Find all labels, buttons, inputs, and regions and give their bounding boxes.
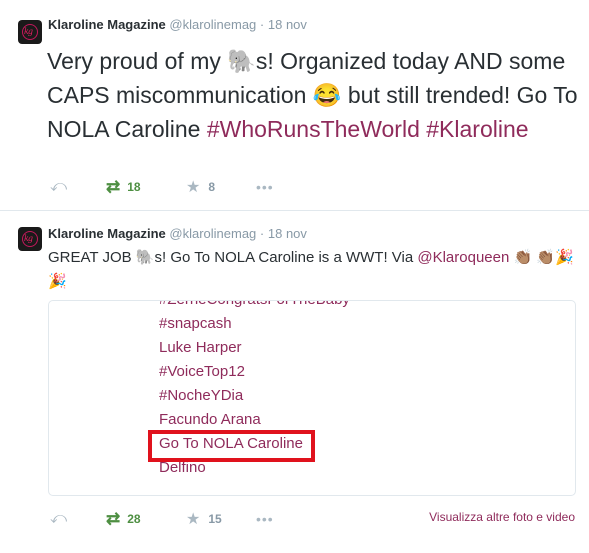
view-more-media-link[interactable]: Visualizza altre foto e video — [429, 510, 575, 524]
tweet-text: GREAT JOB 🐘s! Go To NOLA Caroline is a W… — [48, 246, 578, 294]
more-icon: ••• — [256, 179, 274, 195]
reply-icon: ⤺ — [50, 178, 68, 195]
avatar-letters: kg — [24, 27, 33, 36]
elephant-icon: 🐘 — [135, 249, 155, 266]
tweet-header: Klaroline Magazine @klarolinemag · 18 no… — [48, 17, 307, 32]
tweet-header: Klaroline Magazine @klarolinemag · 18 no… — [48, 226, 307, 241]
retweet-button[interactable]: ⇄ 18 — [106, 177, 141, 197]
avatar[interactable]: kg — [18, 20, 42, 44]
tweet-text: Very proud of my 🐘s! Organized today AND… — [47, 44, 582, 146]
star-icon: ★ — [186, 511, 201, 528]
tweet-timestamp[interactable]: 18 nov — [268, 17, 307, 32]
tweet-1: kg Klaroline Magazine @klarolinemag · 18… — [0, 0, 589, 207]
more-button[interactable]: ••• — [256, 509, 274, 529]
trend-item: Facundo Arana — [159, 411, 261, 428]
retweet-icon: ⇄ — [106, 177, 121, 196]
user-handle[interactable]: @klarolinemag — [169, 17, 256, 32]
user-name[interactable]: Klaroline Magazine — [48, 17, 166, 32]
retweet-count: 18 — [127, 180, 141, 194]
reply-button[interactable]: ⤺ — [50, 177, 67, 197]
user-handle[interactable]: @klarolinemag — [169, 226, 256, 241]
media-preview[interactable]: #ZerneCongratsForTheBaby #snapcash Luke … — [48, 300, 576, 496]
tweet-2: kg Klaroline Magazine @klarolinemag · 18… — [0, 210, 589, 553]
trend-item: Luke Harper — [159, 339, 242, 356]
avatar[interactable]: kg — [18, 227, 42, 251]
highlight-box — [148, 430, 315, 462]
trend-item: #ZerneCongratsForTheBaby — [159, 301, 350, 308]
favorite-button[interactable]: ★ 15 — [186, 509, 222, 529]
trend-item: #NocheYDia — [159, 387, 244, 404]
retweet-count: 28 — [127, 512, 141, 526]
hashtag-link[interactable]: #Klaroline — [426, 116, 528, 142]
trend-item: #snapcash — [159, 315, 232, 332]
reply-icon: ⤺ — [50, 510, 68, 527]
mention-link[interactable]: @Klaroqueen — [417, 249, 509, 266]
user-name[interactable]: Klaroline Magazine — [48, 226, 166, 241]
tweet-timestamp[interactable]: 18 nov — [268, 226, 307, 241]
hashtag-link[interactable]: #WhoRunsTheWorld — [207, 116, 420, 142]
more-icon: ••• — [256, 511, 274, 527]
favorite-count: 15 — [208, 512, 222, 526]
more-button[interactable]: ••• — [256, 177, 274, 197]
retweet-icon: ⇄ — [106, 509, 121, 528]
star-icon: ★ — [186, 179, 201, 196]
retweet-button[interactable]: ⇄ 28 — [106, 509, 141, 529]
reply-button[interactable]: ⤺ — [50, 509, 67, 529]
elephant-icon: 🐘 — [227, 48, 256, 74]
avatar-letters: kg — [24, 234, 33, 243]
favorite-button[interactable]: ★ 8 — [186, 177, 215, 197]
laughing-crying-icon: 😂 — [312, 82, 342, 108]
favorite-count: 8 — [208, 180, 216, 194]
trend-item: #VoiceTop12 — [159, 363, 245, 380]
